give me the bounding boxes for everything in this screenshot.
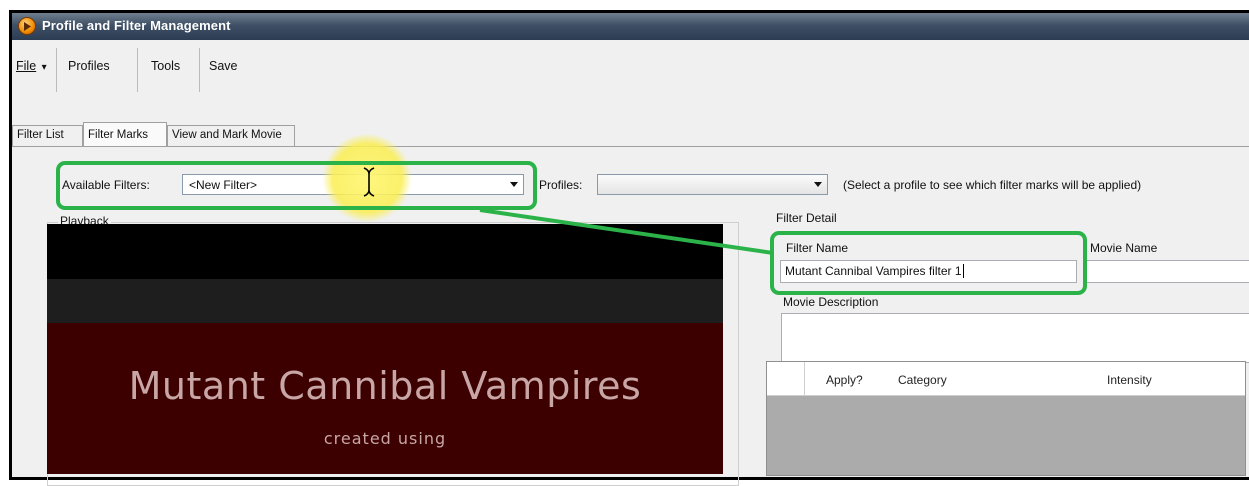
available-filters-callout <box>56 161 537 210</box>
filter-name-callout <box>770 231 1087 295</box>
